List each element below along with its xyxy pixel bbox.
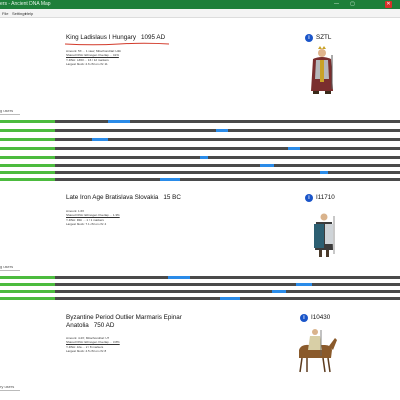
segment [260,164,274,167]
section-label: ry users [0,384,15,389]
sample-age: 15 BC [163,194,181,201]
match-track[interactable] [0,156,400,159]
segment [288,147,300,150]
match-track[interactable] [0,290,400,293]
match-track[interactable] [0,147,400,150]
match-track[interactable] [0,138,400,141]
menu-bar: File Settings Help [0,9,400,18]
segment [272,290,286,293]
section-label: g users [0,108,14,113]
match-track[interactable] [0,129,400,132]
sample-age: 750 AD [93,322,115,329]
info-icon[interactable]: i [305,34,313,42]
segment [216,129,228,132]
meta-line: Largest block: 4.5 cM on chr 8 [66,348,107,353]
segment [160,178,180,181]
segment [296,283,312,286]
meta-line[interactable]: Shared DNA: Ethnogen Overlap ... 3.8% [66,340,120,344]
sample-meta: Amount: 5X ... 1 view; Mitochondrial: H1… [66,49,121,66]
title-underline [64,42,170,46]
section-divider [0,390,20,391]
meta-line: Largest block: 7.1 cM on chr 4 [66,221,107,226]
menu-file[interactable]: File [2,11,8,16]
segment [168,276,190,279]
segment [320,171,328,174]
sample-code: I11710 [316,194,335,201]
segment [220,297,240,300]
match-track[interactable] [0,178,400,181]
match-track[interactable] [0,120,400,123]
meta-line: Largest block: 2.6 cM on chr 11 [66,61,108,66]
sample-code: SZTL [316,34,332,41]
sample-name-line2: Anatolia [66,322,89,329]
app-title: ers - Ancient DNA Map [0,1,51,7]
sample-meta: Amount: 4.2X; Mitochondrial: U7 Shared D… [66,336,120,353]
sample-name: King Ladislaus I Hungary [66,34,137,41]
sample-title[interactable]: Byzantine Period Outlier Marmaris Epinar… [66,314,182,330]
meta-line[interactable]: Shared DNA: Ethnogen Overlap ... 1.3% [66,213,120,217]
info-icon[interactable]: i [305,194,313,202]
horseman-icon [299,329,337,373]
king-icon [311,46,333,94]
warrior-icon [314,213,335,257]
sample-code: I10430 [311,314,331,321]
sample-meta: Amount: 1.6X Shared DNA: Ethnogen Overla… [66,209,120,226]
match-track[interactable] [0,283,400,286]
sample-title[interactable]: Late Iron Age Bratislava Slovakia 15 BC [66,194,181,201]
maximize-button[interactable]: ▢ [349,1,356,8]
segment [92,138,108,141]
section-divider [0,270,20,271]
sample-name: Byzantine Period Outlier Marmaris Epinar [66,314,182,321]
sample-age: 1095 AD [141,34,166,41]
match-track[interactable] [0,276,400,279]
section-divider [0,114,20,115]
section-label: g users [0,264,14,269]
segment [200,156,208,159]
match-track[interactable] [0,171,400,174]
info-icon[interactable]: i [300,314,308,322]
sample-title[interactable]: King Ladislaus I Hungary 1095 AD [66,34,165,41]
match-track[interactable] [0,297,400,300]
segment [108,120,130,123]
match-track[interactable] [0,164,400,167]
window-titlebar: ers - Ancient DNA Map — ▢ ✕ [0,0,400,9]
minimize-button[interactable]: — [333,1,340,8]
close-button[interactable]: ✕ [385,1,392,8]
sample-name: Late Iron Age Bratislava Slovakia [66,194,159,201]
menu-help[interactable]: Help [25,11,33,16]
meta-line[interactable]: Shared DNA: Ethnogen Overlap ... 41% [66,53,121,57]
